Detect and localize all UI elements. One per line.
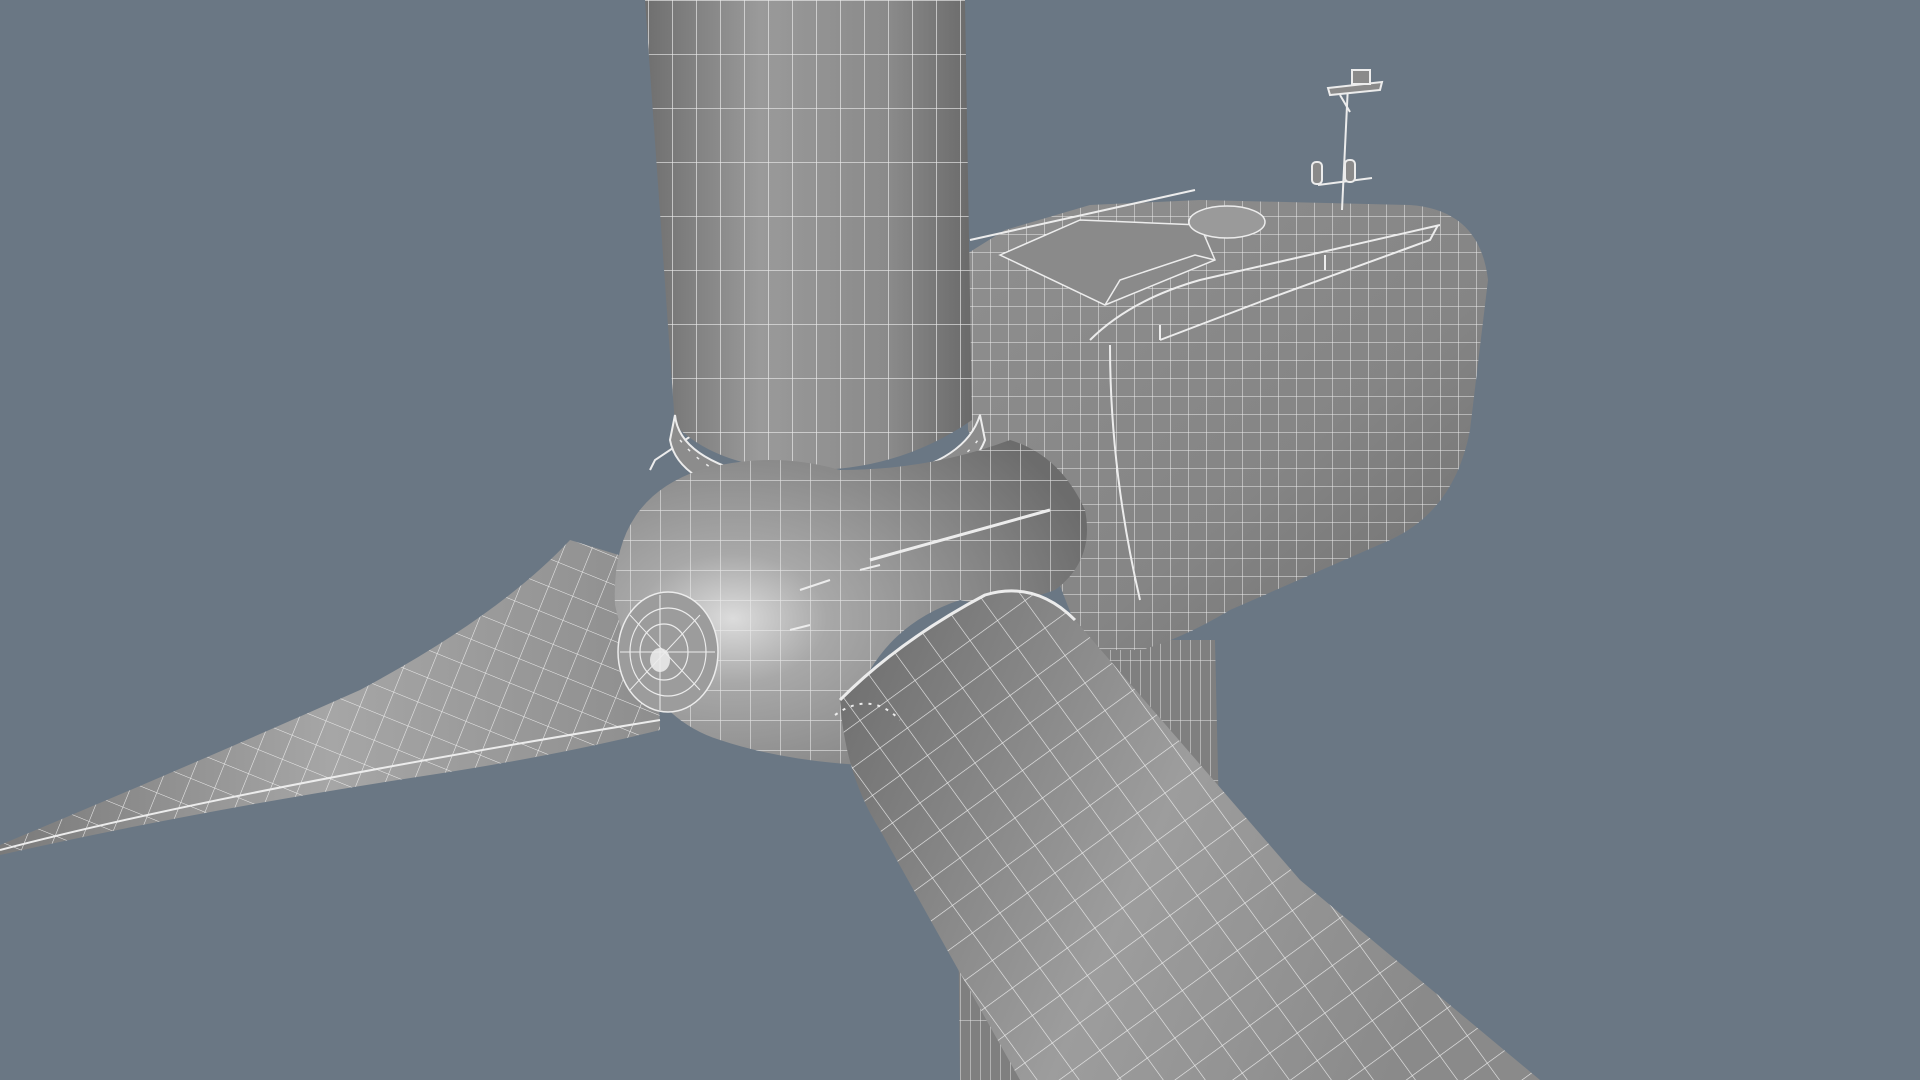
sensor-mast	[1311, 69, 1384, 211]
wind-turbine-wireframe-model	[0, 0, 1540, 1080]
blade-lower	[834, 589, 1540, 1080]
blade-upper	[645, 0, 972, 470]
3d-viewport[interactable]	[0, 0, 1920, 1080]
spinner	[617, 591, 719, 713]
blade-left	[0, 540, 661, 855]
